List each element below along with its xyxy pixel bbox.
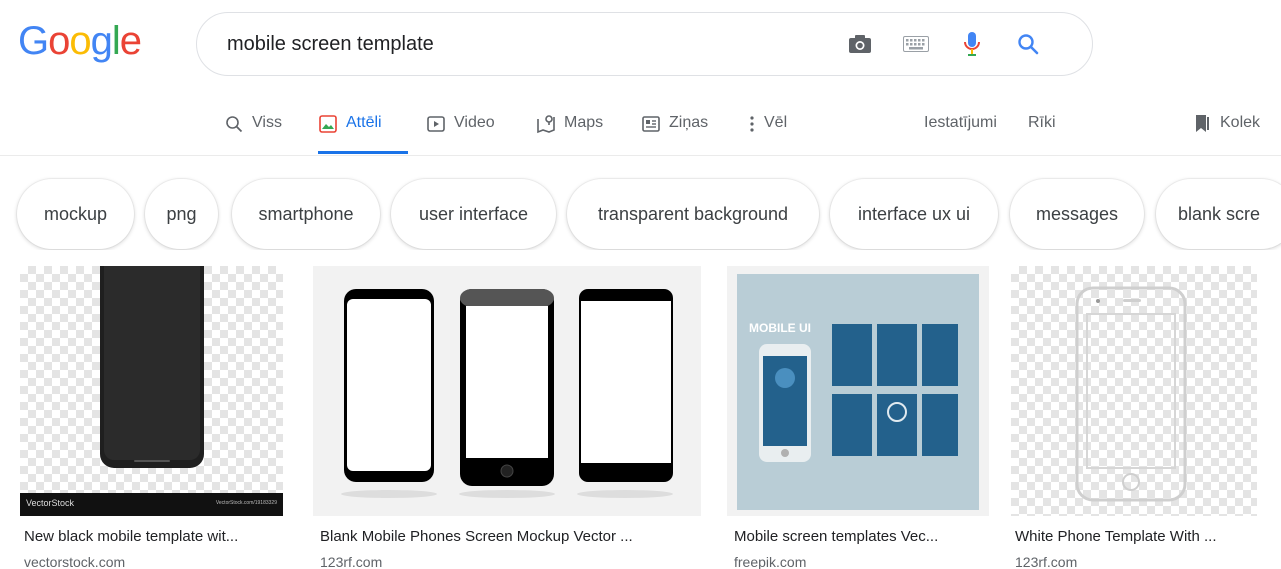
chip[interactable]: user interface (391, 179, 556, 249)
result-title[interactable]: New black mobile template wit... (24, 528, 238, 545)
tab-label: Viss (252, 114, 282, 131)
more-vert-icon (748, 114, 756, 134)
result-site[interactable]: vectorstock.com (24, 554, 125, 569)
logo-letter: g (90, 19, 113, 63)
tab-images[interactable]: Attēli (318, 110, 408, 154)
camera-icon[interactable] (832, 24, 888, 64)
settings-label: Iestatījumi (924, 114, 997, 131)
collections-label: Kolek (1220, 114, 1261, 131)
chip[interactable]: transparent background (567, 179, 819, 249)
bookmark-icon (1192, 114, 1212, 134)
tools-label: Rīki (1028, 114, 1056, 131)
chip[interactable]: messages (1010, 179, 1144, 249)
result-title[interactable]: White Phone Template With ... (1015, 528, 1216, 545)
result-site[interactable]: freepik.com (734, 554, 806, 569)
tab-label: Maps (564, 114, 604, 131)
logo-letter: o (48, 19, 70, 63)
watermark-text: VectorStock (26, 498, 75, 508)
video-play-icon (426, 114, 446, 134)
settings-link[interactable]: Iestatījumi (924, 110, 997, 154)
related-searches-chips: mockup png smartphone user interface tra… (0, 176, 1281, 250)
collections-link[interactable]: Kolek (1192, 110, 1260, 154)
search-tools (832, 24, 1056, 64)
news-icon (641, 114, 661, 134)
tab-video[interactable]: Video (426, 110, 495, 154)
logo-letter: l (111, 19, 121, 63)
logo-letter: o (69, 19, 91, 63)
result-title[interactable]: Mobile screen templates Vec... (734, 528, 938, 545)
result-title[interactable]: Blank Mobile Phones Screen Mockup Vector… (320, 528, 633, 545)
image-icon (318, 114, 338, 134)
result-thumbnail[interactable] (313, 266, 701, 516)
search-icon[interactable] (1000, 24, 1056, 64)
chip[interactable]: blank scre (1156, 179, 1281, 249)
search-box[interactable]: mobile screen template (196, 12, 1093, 76)
result-thumbnail[interactable]: VectorStock VectorStock.com/19183329 (20, 266, 283, 516)
tab-maps[interactable]: Maps (536, 110, 603, 154)
map-icon (536, 114, 556, 134)
chip[interactable]: smartphone (232, 179, 380, 249)
search-icon (224, 114, 244, 134)
banner-text: MOBILE UI (749, 321, 811, 335)
logo-letter: e (119, 19, 142, 63)
google-logo[interactable]: Google (18, 16, 142, 66)
tab-news[interactable]: Ziņas (641, 110, 708, 154)
search-input[interactable]: mobile screen template (227, 33, 832, 56)
tab-label: Video (454, 114, 495, 131)
result-thumbnail[interactable] (1011, 266, 1257, 516)
chip[interactable]: mockup (17, 179, 134, 249)
tab-all[interactable]: Viss (224, 110, 282, 154)
search-tabs: Viss Attēli Video Maps Ziņas Vēl Iestatī… (0, 96, 1281, 156)
result-thumbnail[interactable]: MOBILE UI (727, 266, 989, 516)
watermark-url: VectorStock.com/19183329 (215, 500, 277, 506)
chip[interactable]: interface ux ui (830, 179, 998, 249)
chip[interactable]: png (145, 179, 218, 249)
result-site[interactable]: 123rf.com (320, 554, 382, 569)
keyboard-icon[interactable] (888, 24, 944, 64)
tab-label: Ziņas (669, 114, 709, 131)
logo-letter: G (18, 19, 49, 63)
tools-link[interactable]: Rīki (1028, 110, 1056, 154)
tab-label: Vēl (764, 114, 788, 131)
microphone-icon[interactable] (944, 24, 1000, 64)
result-site[interactable]: 123rf.com (1015, 554, 1077, 569)
tab-label: Attēli (346, 114, 382, 131)
tab-more[interactable]: Vēl (748, 110, 787, 154)
